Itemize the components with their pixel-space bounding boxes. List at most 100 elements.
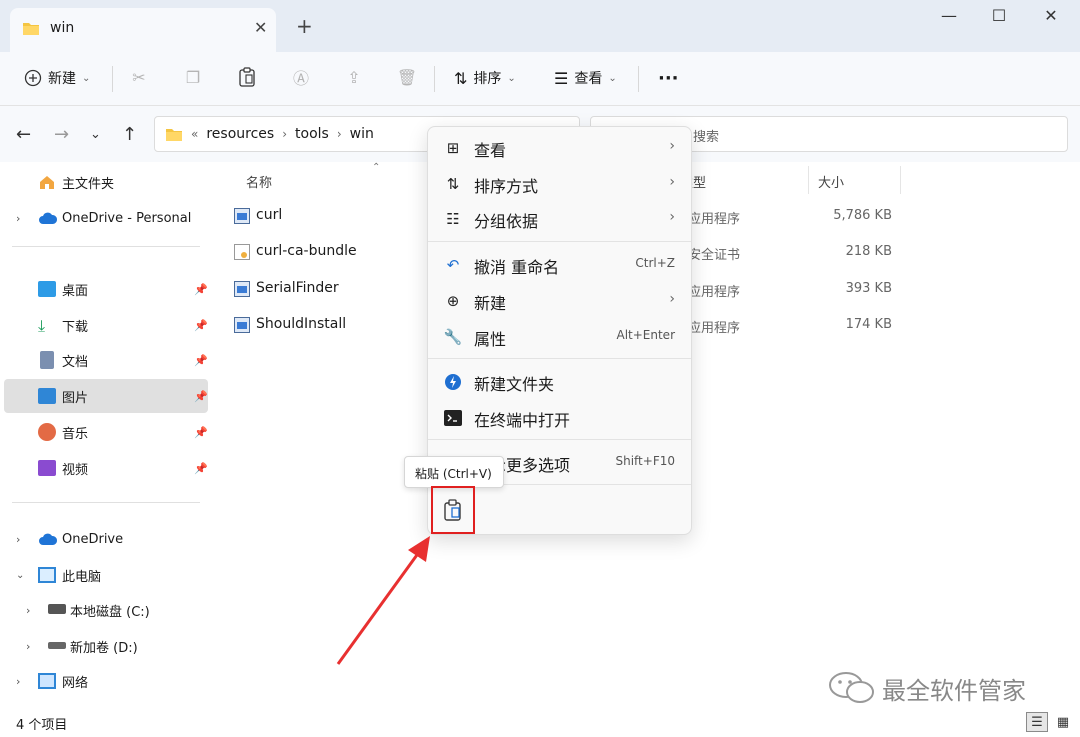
sidebar-item-label: 网络 xyxy=(62,675,89,691)
share-icon[interactable]: ⇪ xyxy=(343,66,365,88)
exe-icon xyxy=(234,281,250,297)
breadcrumb-resources[interactable]: resources xyxy=(206,126,274,142)
breadcrumb-win[interactable]: win xyxy=(350,126,374,142)
up-arrow-icon[interactable]: ↑ xyxy=(122,124,137,145)
sidebar-item-network[interactable]: › 网络 xyxy=(4,664,208,698)
sidebar-item-label: 主文件夹 xyxy=(62,176,115,192)
paste-icon[interactable] xyxy=(236,66,258,88)
file-size: 174 KB xyxy=(845,317,892,332)
menu-item-label: 排序方式 xyxy=(474,177,539,196)
grid-icon: ⊞ xyxy=(446,139,460,157)
desktop-icon xyxy=(38,281,56,297)
menu-item-undo-rename[interactable]: ↶ 撤消 重命名 Ctrl+Z xyxy=(432,247,689,281)
new-button[interactable]: 新建 ⌄ xyxy=(24,66,90,90)
item-count: 4 个项目 xyxy=(16,718,68,733)
sidebar-item-videos[interactable]: 视频 📌 xyxy=(4,451,208,485)
breadcrumb-overflow[interactable]: « xyxy=(191,127,198,141)
more-options-button[interactable]: ··· xyxy=(658,66,679,90)
watermark-text: 最全软件管家 xyxy=(882,676,1026,705)
music-icon xyxy=(38,423,56,441)
forward-arrow-icon[interactable]: → xyxy=(54,124,69,145)
divider xyxy=(638,66,639,92)
sidebar-item-label: OneDrive xyxy=(62,531,124,547)
menu-divider xyxy=(428,241,691,242)
chevron-right-icon[interactable]: › xyxy=(26,604,30,617)
menu-item-sort[interactable]: ⇅ 排序方式 › xyxy=(432,166,689,200)
menu-item-open-terminal[interactable]: 在终端中打开 xyxy=(432,400,689,434)
pin-icon: 📌 xyxy=(194,389,208,403)
copy-icon[interactable]: ❐ xyxy=(182,66,204,88)
chevron-right-icon[interactable]: › xyxy=(16,533,20,546)
terminal-icon xyxy=(444,409,462,427)
sidebar-item-downloads[interactable]: ⤓ 下载 📌 xyxy=(4,308,208,342)
menu-item-properties[interactable]: 🔧 属性 Alt+Enter xyxy=(432,319,689,353)
chevron-down-icon[interactable]: ⌄ xyxy=(16,570,24,581)
chevron-right-icon[interactable]: › xyxy=(26,640,30,653)
shortcut-label: Alt+Enter xyxy=(616,328,675,342)
command-bar: 新建 ⌄ ✂ ❐ Ⓐ ⇪ 🗑 ⇅ 排序 ⌄ ☰ 查看 ⌄ ··· xyxy=(0,52,1080,106)
file-name: SerialFinder xyxy=(256,280,339,296)
menu-item-group[interactable]: ☷ 分组依据 › xyxy=(432,201,689,235)
download-icon: ⤓ xyxy=(38,316,46,335)
column-divider xyxy=(808,166,809,194)
tab-title: win xyxy=(50,20,75,36)
recent-chevron-icon[interactable]: ⌄ xyxy=(90,127,101,142)
annotation-arrow-icon xyxy=(336,536,430,665)
details-view-icon[interactable]: ☰ xyxy=(1026,712,1048,732)
sort-label: 排序 xyxy=(473,71,502,87)
sidebar-item-label: 下载 xyxy=(62,319,89,335)
sidebar-item-pictures[interactable]: 图片 📌 xyxy=(4,379,208,413)
chevron-right-icon: › xyxy=(669,209,675,225)
chevron-right-icon[interactable]: › xyxy=(16,675,20,688)
cloud-icon xyxy=(38,532,58,548)
sidebar-item-label: 桌面 xyxy=(62,283,89,299)
menu-item-label: 属性 xyxy=(474,330,507,349)
wechat-icon xyxy=(829,672,874,703)
new-tab-button[interactable]: + xyxy=(296,14,313,38)
plus-circle-icon xyxy=(24,69,42,87)
sidebar-item-home[interactable]: 主文件夹 xyxy=(4,165,208,199)
delete-icon[interactable]: 🗑 xyxy=(396,66,418,88)
column-header-name[interactable]: 名称 xyxy=(246,172,272,191)
sidebar-item-desktop[interactable]: 桌面 📌 xyxy=(4,272,208,306)
title-bar: win ✕ + — ☐ ✕ xyxy=(0,0,1080,52)
computer-icon xyxy=(38,567,56,583)
menu-item-label: 在终端中打开 xyxy=(474,411,571,430)
chevron-right-icon: › xyxy=(669,174,675,190)
column-header-size[interactable]: 大小 xyxy=(818,172,844,191)
menu-item-label: 分组依据 xyxy=(474,212,539,231)
sidebar-item-drive-d[interactable]: › 新加卷 (D:) xyxy=(4,629,208,663)
pin-icon: 📌 xyxy=(194,282,208,296)
sidebar-item-drive-c[interactable]: › 本地磁盘 (C:) xyxy=(4,593,208,627)
file-type: 安全证书 xyxy=(688,248,741,263)
search-placeholder: 搜索 xyxy=(693,130,720,145)
sidebar-item-music[interactable]: 音乐 📌 xyxy=(4,415,208,449)
menu-item-new-folder[interactable]: 新建文件夹 xyxy=(432,364,689,398)
tiles-view-icon[interactable]: ▦ xyxy=(1052,712,1074,732)
menu-item-view[interactable]: ⊞ 查看 › xyxy=(432,130,689,164)
sidebar-item-this-pc[interactable]: ⌄ 此电脑 xyxy=(4,558,208,592)
cut-icon[interactable]: ✂ xyxy=(128,66,150,88)
chevron-right-icon: › xyxy=(336,127,342,141)
view-button[interactable]: ☰ 查看 ⌄ xyxy=(554,66,617,90)
rename-icon[interactable]: Ⓐ xyxy=(290,66,312,88)
divider xyxy=(12,246,200,247)
sort-button[interactable]: ⇅ 排序 ⌄ xyxy=(454,66,516,90)
menu-item-new[interactable]: ⊕ 新建 › xyxy=(432,283,689,317)
close-window-button[interactable]: ✕ xyxy=(1036,6,1066,25)
chevron-right-icon: › xyxy=(282,127,288,141)
shortcut-label: Shift+F10 xyxy=(615,454,675,468)
divider xyxy=(434,66,435,92)
sidebar-item-onedrive-personal[interactable]: › OneDrive - Personal xyxy=(4,201,208,235)
maximize-button[interactable]: ☐ xyxy=(984,6,1014,25)
tab-close-icon[interactable]: ✕ xyxy=(254,18,267,37)
breadcrumb-tools[interactable]: tools xyxy=(295,126,329,142)
file-type: 应用程序 xyxy=(688,285,741,300)
sidebar-item-onedrive[interactable]: › OneDrive xyxy=(4,522,208,556)
minimize-button[interactable]: — xyxy=(934,6,964,25)
back-arrow-icon[interactable]: ← xyxy=(16,124,31,145)
tab-win[interactable]: win ✕ xyxy=(10,8,276,52)
sidebar-item-documents[interactable]: 文档 📌 xyxy=(4,343,208,377)
chevron-right-icon[interactable]: › xyxy=(16,212,20,225)
navigation-pane: 主文件夹 › OneDrive - Personal 桌面 📌 ⤓ 下载 📌 文… xyxy=(0,162,212,706)
